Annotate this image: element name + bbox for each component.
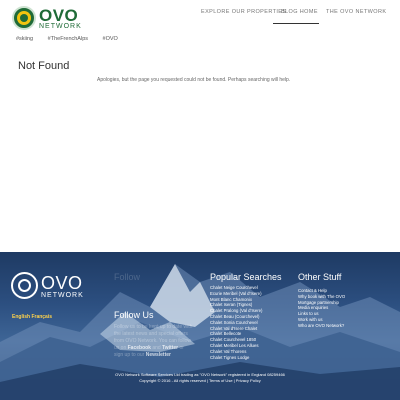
other-stuff-link[interactable]: Who are OVO Network? [298, 323, 345, 329]
popular-searches-list: Chalet Neige Courchevel Ecurie Meribel (… [210, 285, 262, 360]
follow-us-text: Follow us to be kept up to date with the… [114, 324, 194, 359]
not-found-message: Apologies, but the page you requested co… [97, 77, 291, 83]
newsletter-link[interactable]: Newsletter [146, 352, 171, 358]
tag-list: #skiing #TheFrenchAlps #OVO [16, 36, 131, 42]
ovo-network-logo[interactable]: OVO NETWORK [12, 6, 88, 32]
other-stuff-link[interactable]: Why book with The OVO [298, 294, 345, 300]
faded-heading: Follow [114, 272, 141, 282]
site-header: OVO NETWORK EXPLORE OUR PROPERTIES BLOG … [0, 0, 400, 50]
ovo-logo-icon [12, 6, 36, 30]
nav-ovo-network[interactable]: THE OVO NETWORK [326, 9, 386, 15]
popular-search-link[interactable]: Chalet Beau (Courchevel) [210, 314, 262, 320]
footer-logo-wordmark: OVO [41, 273, 83, 293]
popular-search-link[interactable]: Ecurie Meribel (Val d’Isere) [210, 291, 262, 297]
follow-us-heading: Follow Us [114, 310, 154, 320]
twitter-link[interactable]: Twitter [162, 345, 178, 351]
popular-searches-heading: Popular Searches [210, 272, 282, 282]
site-footer: OVO NETWORK English Français Follow Foll… [0, 252, 400, 400]
tag-link[interactable]: #skiing [16, 36, 33, 42]
facebook-link[interactable]: Facebook [128, 345, 151, 351]
nav-active-indicator [273, 23, 319, 24]
tag-link[interactable]: #TheFrenchAlps [48, 36, 88, 42]
footer-logo-subtitle: NETWORK [41, 292, 84, 299]
popular-search-link[interactable]: Chalet Neige Courchevel [210, 285, 262, 291]
popular-search-link[interactable]: Chalet Meribel Les Allues [210, 343, 262, 349]
other-stuff-heading: Other Stuff [298, 272, 342, 282]
ovo-logo-icon [11, 272, 38, 299]
other-stuff-list: Contact & Help Why book with The OVO Mor… [298, 288, 345, 329]
nav-explore-properties[interactable]: EXPLORE OUR PROPERTIES [201, 9, 286, 15]
page-title: Not Found [18, 60, 70, 72]
follow-and-text: and [152, 345, 161, 351]
tag-link[interactable]: #OVO [103, 36, 118, 42]
popular-search-link[interactable]: Chalet Tignes Lodge [210, 355, 262, 361]
popular-search-link[interactable]: Chalet Sonia Courchevel [210, 320, 262, 326]
legal-notice: OVO Network Software Services Ltd tradin… [0, 372, 400, 384]
logo-subtitle: NETWORK [39, 23, 82, 30]
copyright-text: Copyright © 2016 - All rights reserved |… [139, 378, 261, 383]
language-switcher[interactable]: English Français [12, 314, 52, 320]
nav-blog-home[interactable]: BLOG HOME [281, 9, 318, 15]
